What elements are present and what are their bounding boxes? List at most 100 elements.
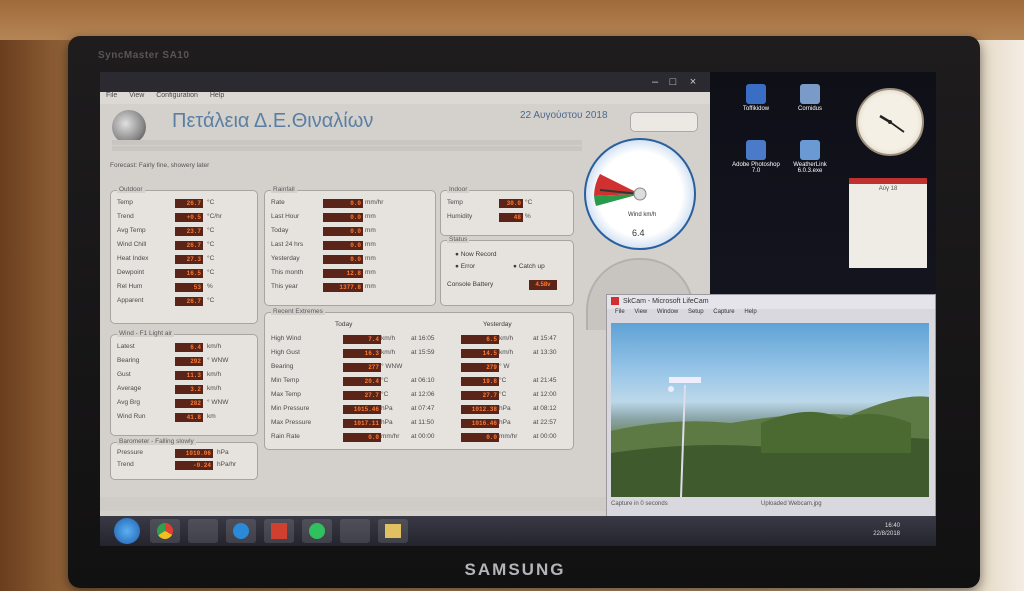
row-label: Apparent bbox=[117, 297, 144, 304]
row-label: Rel Hum bbox=[117, 283, 143, 290]
row-unit: mm bbox=[365, 241, 376, 248]
desktop-icon-label: WeatherLink 6.0.3.exe bbox=[793, 162, 827, 174]
row-unit: ° WNW bbox=[207, 357, 229, 364]
wc-menu-setup[interactable]: Setup bbox=[688, 309, 704, 315]
battery-value: 4.58v bbox=[529, 280, 557, 290]
forecast-text: Forecast: Fairly fine, showery later bbox=[110, 162, 210, 169]
today-value: 7.4 bbox=[343, 335, 381, 344]
data-row: Last Hour 0.0 mm bbox=[271, 213, 431, 222]
data-row: Today 0.0 mm bbox=[271, 227, 431, 236]
row-value: 26.7 bbox=[175, 297, 203, 306]
header-button[interactable] bbox=[630, 112, 698, 132]
desktop-icon[interactable]: Toffikidow bbox=[728, 84, 784, 112]
data-row: Pressure 1010.06 hPa bbox=[117, 449, 253, 458]
start-button[interactable] bbox=[114, 518, 140, 544]
today-value: 20.4 bbox=[343, 377, 381, 386]
row-label: Bearing bbox=[271, 363, 294, 370]
webcam-window: SkCam - Microsoft LifeCam File View Wind… bbox=[606, 294, 936, 520]
yesterday-header: Yesterday bbox=[483, 321, 512, 328]
data-row: Temp 26.7 °C bbox=[117, 199, 253, 208]
webcam-app-icon bbox=[611, 297, 619, 306]
yesterday-value: 19.8 bbox=[461, 377, 499, 386]
today-value: 1015.46 bbox=[343, 405, 381, 414]
row-label: Today bbox=[271, 227, 289, 234]
chrome-icon[interactable] bbox=[150, 519, 180, 543]
webcam-menu: File View Window Setup Capture Help bbox=[607, 309, 935, 319]
sun-moon-info bbox=[112, 140, 582, 152]
data-row: This year 1377.8 mm bbox=[271, 283, 431, 292]
webcam-titlebar: SkCam - Microsoft LifeCam bbox=[607, 295, 935, 309]
extremes-row: Max Pressure 1017.11 hPa at 11:50 1016.46 hPa… bbox=[271, 419, 569, 428]
minimize-icon[interactable]: – bbox=[648, 76, 662, 88]
wind-gauge: Wind km/h 6.4 bbox=[584, 138, 696, 250]
tray-clock[interactable]: 16:40 22/8/2018 bbox=[860, 522, 900, 538]
wc-menu-file[interactable]: File bbox=[615, 309, 625, 315]
menu-file[interactable]: File bbox=[106, 92, 117, 99]
yesterday-time: at 13:30 bbox=[533, 349, 557, 356]
close-icon[interactable]: × bbox=[686, 76, 700, 88]
panel-title: Status bbox=[447, 236, 470, 243]
menu-configuration[interactable]: Configuration bbox=[156, 92, 198, 99]
row-label: Humidity bbox=[447, 213, 473, 220]
ie-icon[interactable] bbox=[226, 519, 256, 543]
row-label: Avg Brg bbox=[117, 399, 141, 406]
maximize-icon[interactable]: □ bbox=[666, 76, 680, 88]
menu-bar: File View Configuration Help bbox=[100, 92, 710, 104]
today-time: at 11:50 bbox=[411, 419, 435, 426]
row-unit: mm/hr bbox=[365, 199, 384, 206]
today-header: Today bbox=[335, 321, 353, 328]
today-value: 0.0 bbox=[343, 433, 381, 442]
station-name: Πετάλεια Δ.Ε.Θιναλίων bbox=[172, 110, 374, 132]
skcam-icon[interactable] bbox=[264, 519, 294, 543]
menu-view[interactable]: View bbox=[129, 92, 144, 99]
row-label: Temp bbox=[447, 199, 463, 206]
today-unit: ° WNW bbox=[381, 363, 403, 370]
data-row: Trend +0.5 °C/hr bbox=[117, 213, 253, 222]
desktop-icon[interactable]: Adobe Photoshop 7.0 bbox=[728, 140, 784, 174]
row-label: Trend bbox=[117, 213, 134, 220]
row-value: 23.7 bbox=[175, 227, 203, 236]
desktop-icon-label: Toffikidow bbox=[742, 106, 770, 112]
wind-panel: Wind - F1 Light air Latest 6.4 km/h Bearing… bbox=[110, 330, 258, 436]
row-value: 0.0 bbox=[323, 213, 363, 222]
moon-phase-icon bbox=[112, 110, 146, 144]
yesterday-time: at 21:45 bbox=[533, 377, 557, 384]
row-value: 16.5 bbox=[175, 269, 203, 278]
capture-countdown: Capture in 0 seconds bbox=[611, 501, 668, 507]
row-value: 0.0 bbox=[323, 255, 363, 264]
row-label: Average bbox=[117, 385, 142, 392]
row-value: 0.0 bbox=[323, 227, 363, 236]
wc-menu-view[interactable]: View bbox=[634, 309, 647, 315]
row-label: High Gust bbox=[271, 349, 300, 356]
rainfall-panel: Rainfall Rate 0.0 mm/hr Last Hour 0.0 mm Today… bbox=[264, 186, 436, 306]
data-row: Dewpoint 16.5 °C bbox=[117, 269, 253, 278]
wc-menu-capture[interactable]: Capture bbox=[713, 309, 734, 315]
desktop-icon[interactable]: WeatherLink 6.0.3.exe bbox=[782, 140, 838, 174]
row-value: 0.0 bbox=[323, 241, 363, 250]
today-unit: hPa bbox=[381, 405, 393, 412]
indoor-panel: Indoor Temp 30.0 °C Humidity 48% bbox=[440, 186, 574, 236]
extremes-row: Rain Rate 0.0 mm/hr at 00:00 0.0 mm/hr at 00:0… bbox=[271, 433, 569, 442]
tray-date: 22/8/2018 bbox=[873, 531, 900, 537]
wc-menu-help[interactable]: Help bbox=[744, 309, 756, 315]
row-label: Avg Temp bbox=[117, 227, 146, 234]
row-value: 48 bbox=[499, 213, 523, 222]
whatsapp-icon[interactable] bbox=[302, 519, 332, 543]
explorer-icon[interactable] bbox=[188, 519, 218, 543]
yesterday-value: 14.5 bbox=[461, 349, 499, 358]
today-time: at 07:47 bbox=[411, 405, 435, 412]
data-row: Average 3.2 km/h bbox=[117, 385, 253, 394]
data-row: Rate 0.0 mm/hr bbox=[271, 199, 431, 208]
wc-menu-window[interactable]: Window bbox=[657, 309, 678, 315]
data-row: Humidity 48% bbox=[447, 213, 569, 222]
yesterday-unit: °C bbox=[499, 377, 507, 384]
row-unit: mm bbox=[365, 283, 376, 290]
yesterday-time: at 00:00 bbox=[533, 433, 557, 440]
desktop-icon[interactable]: Cornidus bbox=[782, 84, 838, 112]
row-label: Temp bbox=[117, 199, 133, 206]
menu-help[interactable]: Help bbox=[210, 92, 224, 99]
row-unit: °C bbox=[207, 269, 215, 276]
folder-icon[interactable] bbox=[378, 519, 408, 543]
row-label: Yesterday bbox=[271, 255, 300, 262]
weatherlink-icon[interactable] bbox=[340, 519, 370, 543]
